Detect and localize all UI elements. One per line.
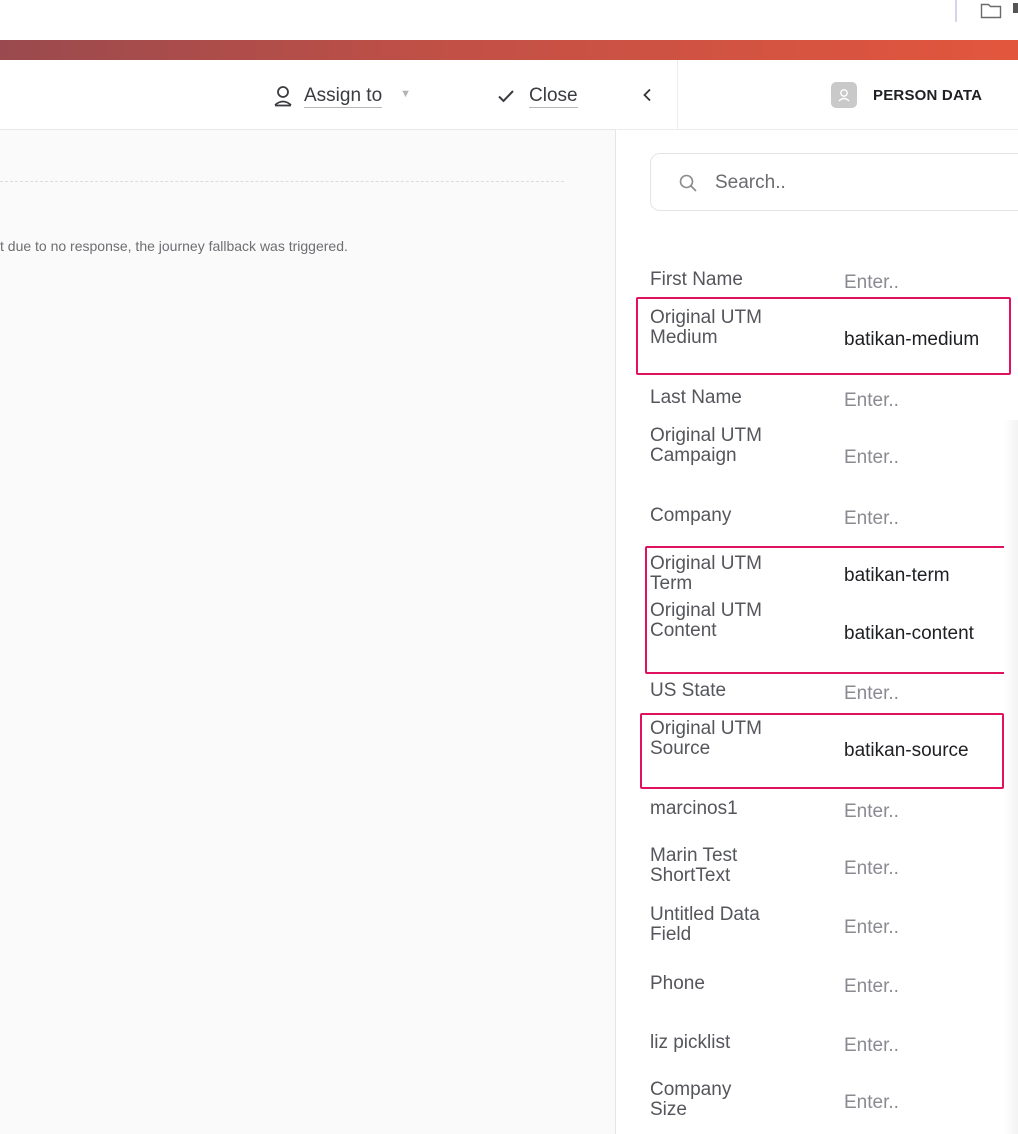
accent-bar <box>0 40 1018 60</box>
toolbar-separator <box>955 0 957 22</box>
field-label: Phone <box>650 973 705 994</box>
close-label: Close <box>529 84 578 108</box>
panel-title: PERSON DATA <box>873 86 983 104</box>
assign-to-button[interactable]: Assign to ▼ <box>272 82 411 110</box>
folder-icon[interactable] <box>980 1 1002 19</box>
search-input[interactable]: Search.. <box>650 153 1018 211</box>
field-label: Original UTM Campaign <box>650 425 762 466</box>
highlight-box-utm-term-content <box>645 546 1009 674</box>
system-message: t due to no response, the journey fallba… <box>0 238 348 254</box>
search-icon <box>679 174 697 192</box>
field-value[interactable]: Enter.. <box>844 801 899 823</box>
field-value[interactable]: Enter.. <box>844 508 899 530</box>
conversation-header: Assign to ▼ Close <box>0 60 616 130</box>
scrollbar-shadow <box>1004 420 1018 1134</box>
person-data-panel: PERSON DATA Search.. First Name Enter.. … <box>617 60 1018 1134</box>
field-value[interactable]: Enter.. <box>844 683 899 705</box>
field-label: marcinos1 <box>650 798 738 819</box>
assign-to-label: Assign to <box>304 84 383 108</box>
field-label: Company Size <box>650 1079 732 1120</box>
search-placeholder: Search.. <box>715 172 786 193</box>
person-avatar-icon <box>831 82 857 108</box>
highlight-box-utm-source <box>640 713 1004 789</box>
field-value[interactable]: Enter.. <box>844 272 899 294</box>
field-label: liz picklist <box>650 1032 731 1053</box>
field-value[interactable]: Enter.. <box>844 390 899 412</box>
field-label: US State <box>650 680 727 701</box>
panel-header: PERSON DATA <box>617 60 1018 130</box>
truncated-text <box>1013 3 1018 13</box>
user-icon <box>274 86 292 107</box>
caret-down-icon: ▼ <box>400 88 412 100</box>
field-value[interactable]: Enter.. <box>844 917 899 939</box>
close-button[interactable]: Close <box>497 82 578 110</box>
check-icon <box>498 90 514 103</box>
field-label: Last Name <box>650 387 742 408</box>
field-label: First Name <box>650 269 743 290</box>
collapse-panel-button[interactable] <box>617 60 678 129</box>
field-value[interactable]: Enter.. <box>844 858 899 880</box>
field-value[interactable]: Enter.. <box>844 1092 899 1114</box>
dashed-divider <box>0 181 564 182</box>
field-value[interactable]: Enter.. <box>844 1035 899 1057</box>
panel-title-group: PERSON DATA <box>831 82 982 108</box>
field-label: Marin Test ShortText <box>650 845 738 886</box>
chevron-left-icon <box>643 88 651 101</box>
field-label: Untitled Data Field <box>650 904 760 945</box>
highlight-box-utm-medium <box>636 297 1011 375</box>
conversation-pane: Assign to ▼ Close t due to no response, … <box>0 60 616 1134</box>
field-value[interactable]: Enter.. <box>844 447 899 469</box>
top-bar <box>0 0 1018 40</box>
field-value[interactable]: Enter.. <box>844 976 899 998</box>
field-label: Company <box>650 505 732 526</box>
